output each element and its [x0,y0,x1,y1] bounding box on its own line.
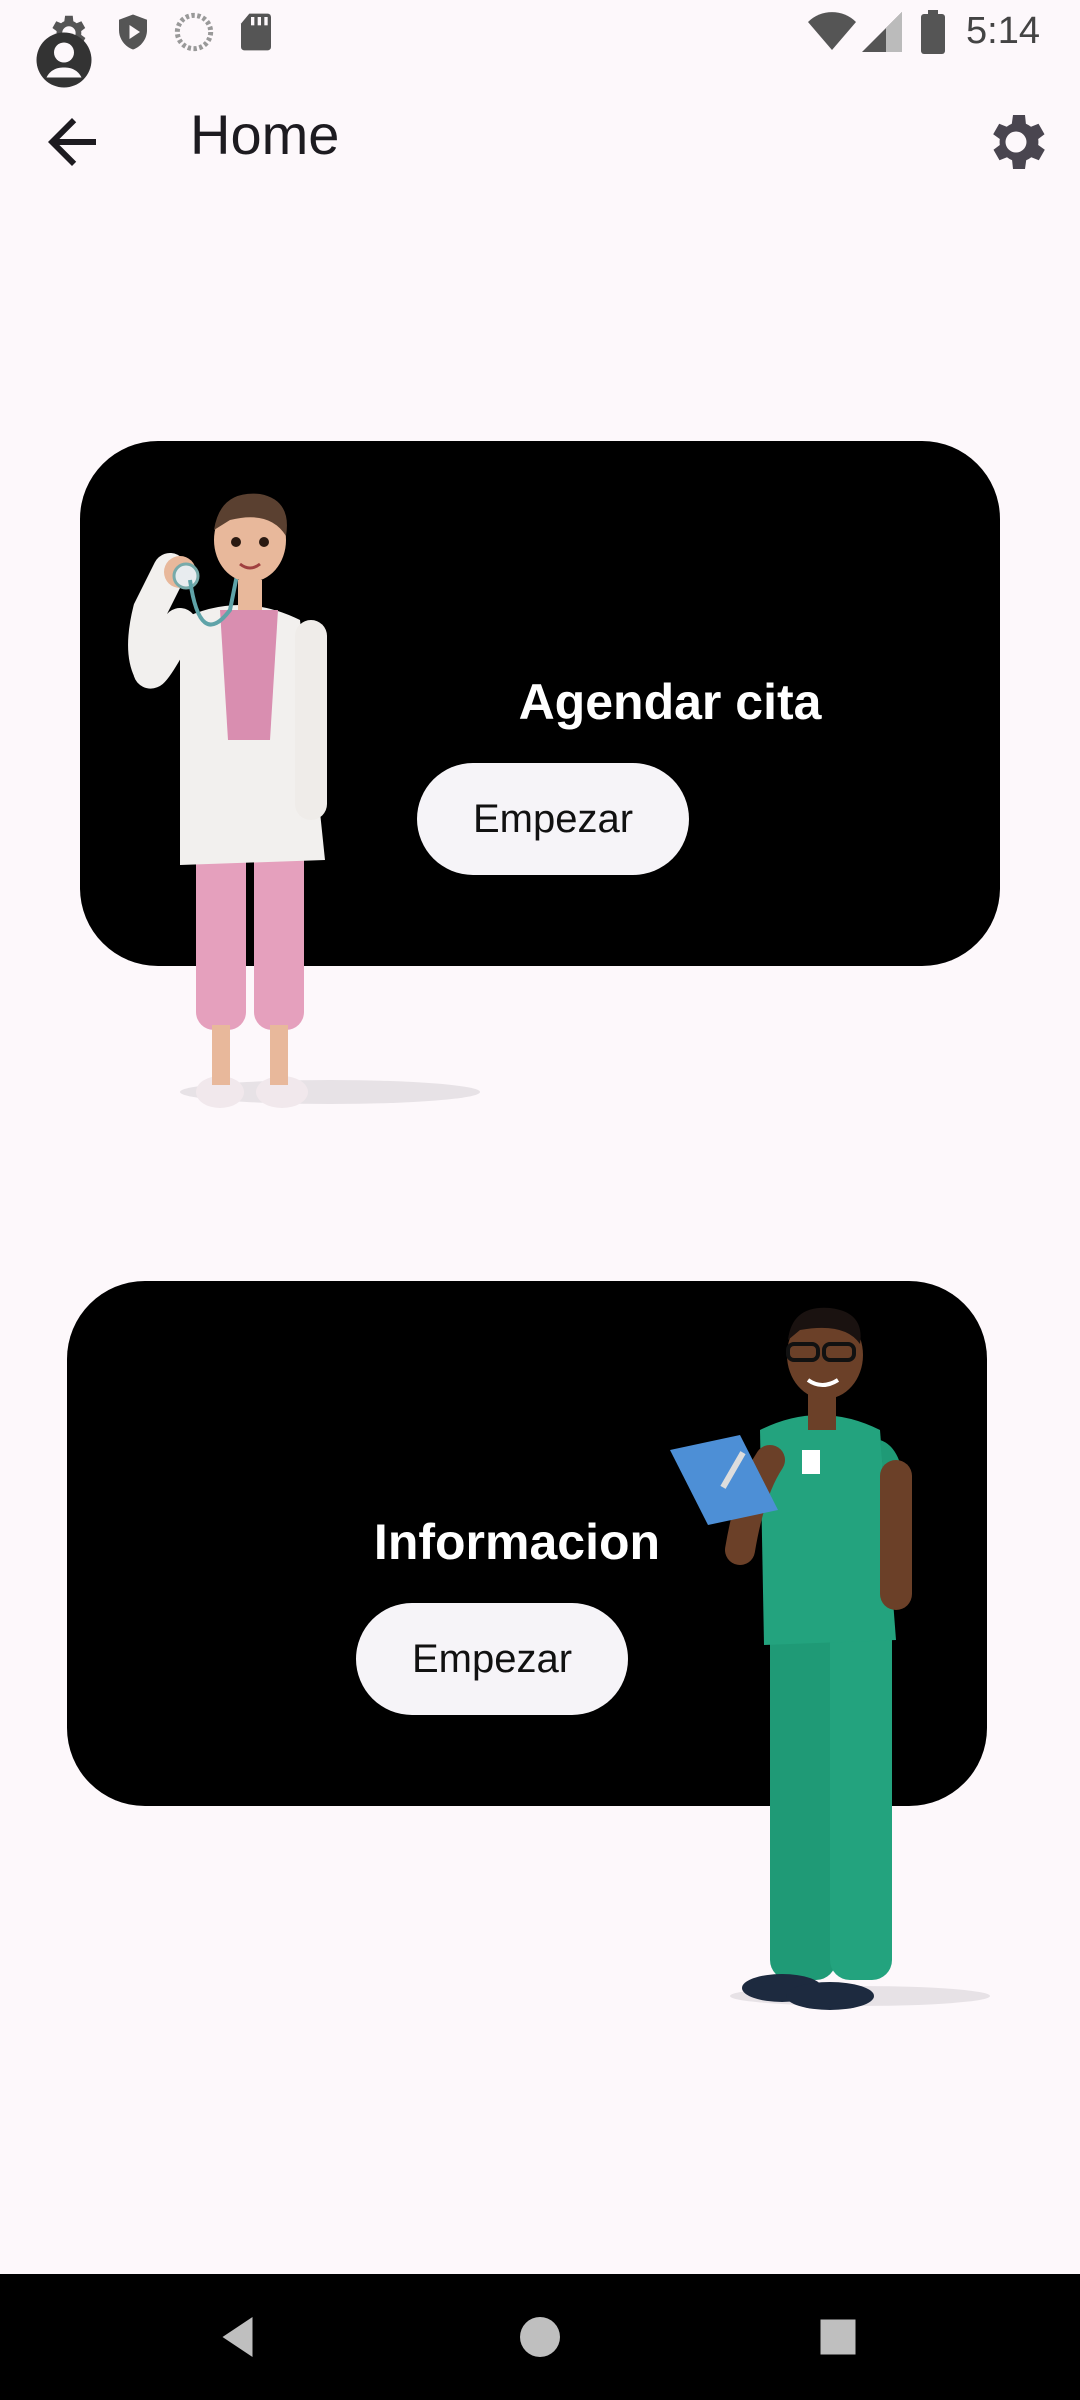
back-triangle-icon[interactable] [210,2307,270,2367]
wifi-icon [808,12,856,51]
shield-icon [119,14,147,50]
sd-card-icon [241,13,271,51]
battery-icon [921,10,945,54]
system-nav-bar [0,2274,1080,2400]
start-information-button[interactable]: Empezar [356,1603,628,1715]
back-button[interactable] [36,106,108,178]
app-bar: Home [0,66,1080,206]
recents-square-icon[interactable] [808,2307,868,2367]
signal-icon [862,12,902,52]
doctor-female-figure [128,493,480,1108]
card-title: Agendar cita [518,674,822,730]
settings-button[interactable] [980,106,1052,178]
sync-icon [174,12,214,52]
status-time: 5:14 [966,10,1040,52]
arrow-back-icon [48,118,96,166]
home-circle-icon[interactable] [510,2307,570,2367]
gear-icon [993,115,1045,169]
page-title: Home [190,103,340,166]
status-bar: 5:14 [0,0,1080,88]
nurse-male-figure [670,1307,990,2010]
